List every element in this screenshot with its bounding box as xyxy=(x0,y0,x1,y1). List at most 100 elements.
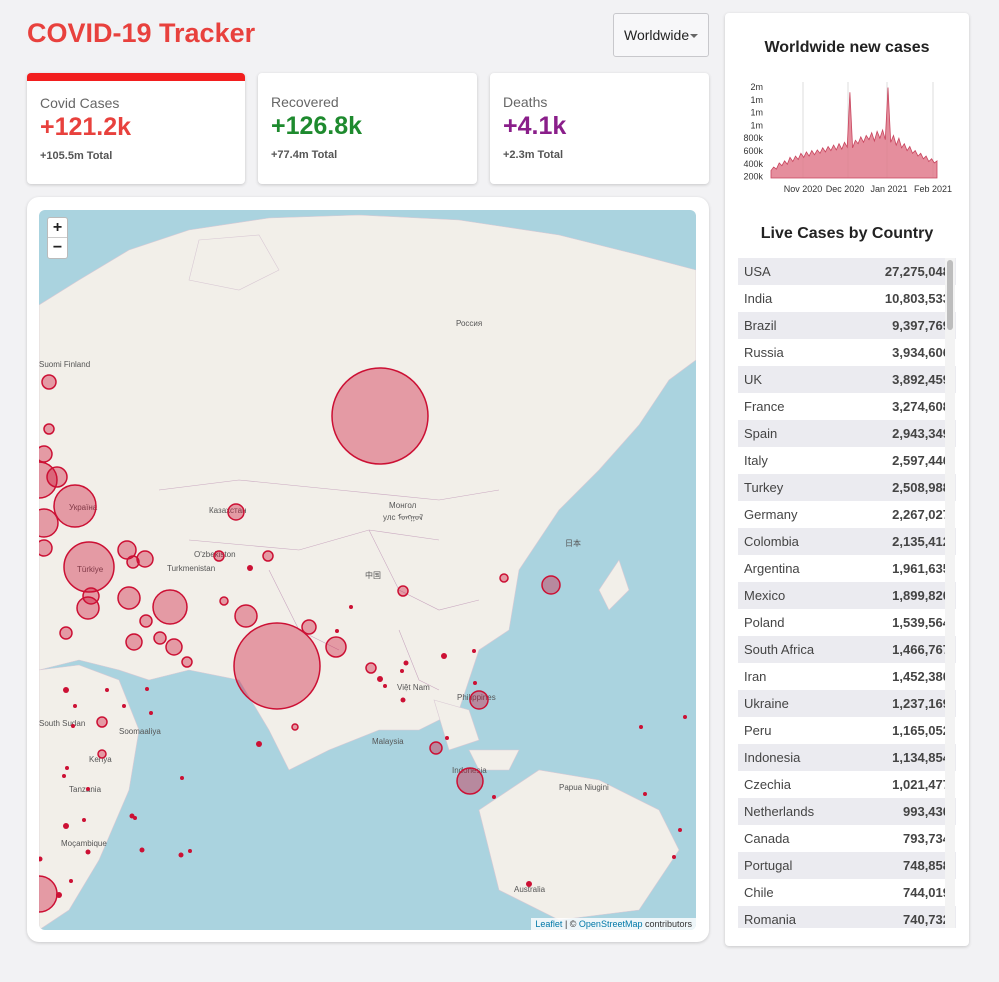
map-label: Россия xyxy=(456,319,482,328)
table-row: Indonesia 1,134,854 xyxy=(738,744,956,771)
country-cases: 3,274,608 xyxy=(892,399,950,414)
country-name: Mexico xyxy=(744,588,786,603)
map-label: улс ᠮᠣᠩᠭᠣᠯ xyxy=(383,512,423,522)
leaflet-link[interactable]: Leaflet xyxy=(535,919,562,929)
country-cases: 1,961,635 xyxy=(892,561,950,576)
stat-label: Recovered xyxy=(271,94,339,110)
country-name: Colombia xyxy=(744,534,799,549)
country-cases: 1,466,767 xyxy=(892,642,950,657)
y-tick-label: 200k xyxy=(743,172,763,182)
y-tick-label: 1m xyxy=(750,120,763,130)
country-cases: 2,135,412 xyxy=(892,534,950,549)
map-label: Tanzania xyxy=(69,785,102,794)
y-tick-label: 600k xyxy=(743,146,763,156)
country-cases: 1,899,820 xyxy=(892,588,950,603)
country-cases: 1,134,854 xyxy=(892,750,950,765)
table-row: Spain 2,943,349 xyxy=(738,420,956,447)
table-row: Iran 1,452,380 xyxy=(738,663,956,690)
country-cases: 10,803,533 xyxy=(884,291,950,306)
x-tick-label: Nov 2020 xyxy=(784,184,823,194)
country-name: Peru xyxy=(744,723,772,738)
table-row: Ukraine 1,237,169 xyxy=(738,690,956,717)
country-cases: 1,165,052 xyxy=(892,723,950,738)
country-name: Russia xyxy=(744,345,784,360)
country-name: Canada xyxy=(744,831,790,846)
country-cases: 2,943,349 xyxy=(892,426,950,441)
table-row: Argentina 1,961,635 xyxy=(738,555,956,582)
table-row: Poland 1,539,564 xyxy=(738,609,956,636)
country-name: Romania xyxy=(744,912,797,927)
table-row: Romania 740,732 xyxy=(738,906,956,928)
stat-total: +105.5m Total xyxy=(40,150,113,162)
country-cases: 748,858 xyxy=(903,858,950,873)
region-select[interactable]: Worldwide xyxy=(613,13,709,57)
table-title: Live Cases by Country xyxy=(760,225,934,242)
zoom-in-button[interactable]: + xyxy=(48,218,67,238)
country-name: Chile xyxy=(744,885,774,900)
table-row: Canada 793,734 xyxy=(738,825,956,852)
map-layer: Россия Монгол улс ᠮᠣᠩᠭᠣᠯ 日本 中国 Türkiye У… xyxy=(39,214,696,930)
table-row: France 3,274,608 xyxy=(738,393,956,420)
table-row: India 10,803,533 xyxy=(738,285,956,312)
chart-area-series xyxy=(770,87,938,179)
table-row: Turkey 2,508,988 xyxy=(738,474,956,501)
cases-stat-card[interactable]: Covid Cases +121.2k +105.5m Total xyxy=(27,73,245,184)
caret-down-icon xyxy=(690,34,698,38)
country-name: Argentina xyxy=(744,561,800,576)
country-cases: 3,934,606 xyxy=(892,345,950,360)
country-cases: 1,539,564 xyxy=(892,615,950,630)
country-name: Poland xyxy=(744,615,785,630)
table-row: UK 3,892,459 xyxy=(738,366,956,393)
table-row: Brazil 9,397,769 xyxy=(738,312,956,339)
map-label: South Sudan xyxy=(39,719,85,728)
y-tick-label: 1m xyxy=(750,108,763,118)
country-name: UK xyxy=(744,372,763,387)
app-title: COVID-19 Tracker xyxy=(27,18,256,48)
table-row: South Africa 1,466,767 xyxy=(738,636,956,663)
stat-label: Deaths xyxy=(503,94,548,110)
map-label: Soomaaliya xyxy=(119,727,161,736)
map-label: Malaysia xyxy=(372,737,404,746)
table-row: Czechia 1,021,477 xyxy=(738,771,956,798)
country-name: USA xyxy=(744,264,771,279)
y-tick-label: 2m xyxy=(750,82,763,92)
country-name: Italy xyxy=(744,453,768,468)
world-map[interactable]: Россия Монгол улс ᠮᠣᠩᠭᠣᠯ 日本 中国 Türkiye У… xyxy=(39,210,696,930)
attribution-separator: | © xyxy=(562,919,579,929)
table-row: Italy 2,597,446 xyxy=(738,447,956,474)
scrollbar-thumb[interactable] xyxy=(947,260,953,330)
country-name: Spain xyxy=(744,426,778,441)
country-name: Portugal xyxy=(744,858,793,873)
y-tick-label: 1m xyxy=(750,95,763,105)
table-row: Peru 1,165,052 xyxy=(738,717,956,744)
recovered-stat-card[interactable]: Recovered +126.8k +77.4m Total xyxy=(258,73,477,184)
map-label: Suomi Finland xyxy=(39,360,90,369)
country-name: Ukraine xyxy=(744,696,789,711)
zoom-out-button[interactable]: − xyxy=(48,238,67,258)
stat-total: +2.3m Total xyxy=(503,149,564,161)
country-cases: 740,732 xyxy=(903,912,950,927)
country-name: Brazil xyxy=(744,318,777,333)
deaths-stat-card[interactable]: Deaths +4.1k +2.3m Total xyxy=(490,73,709,184)
map-attribution: Leaflet | © OpenStreetMap contributors xyxy=(531,918,696,930)
country-name: Iran xyxy=(744,669,767,684)
table-row: Colombia 2,135,412 xyxy=(738,528,956,555)
country-cases-table[interactable]: USA 27,275,048 India 10,803,533 Brazil 9,397,… xyxy=(738,258,956,928)
y-tick-label: 400k xyxy=(743,159,763,169)
country-cases: 993,430 xyxy=(903,804,950,819)
country-cases: 1,237,169 xyxy=(892,696,950,711)
table-row: Germany 2,267,027 xyxy=(738,501,956,528)
country-cases: 1,021,477 xyxy=(892,777,950,792)
stat-total: +77.4m Total xyxy=(271,149,338,161)
country-cases: 2,508,988 xyxy=(892,480,950,495)
osm-link[interactable]: OpenStreetMap xyxy=(579,919,643,929)
country-name: Netherlands xyxy=(744,804,815,819)
country-name: Germany xyxy=(744,507,798,522)
country-cases: 793,734 xyxy=(903,831,950,846)
country-cases: 1,452,380 xyxy=(892,669,950,684)
stat-value: +126.8k xyxy=(271,112,363,140)
country-name: South Africa xyxy=(744,642,815,657)
zoom-control: + − xyxy=(47,217,68,259)
table-scrollbar[interactable] xyxy=(945,258,955,928)
country-cases: 2,267,027 xyxy=(892,507,950,522)
